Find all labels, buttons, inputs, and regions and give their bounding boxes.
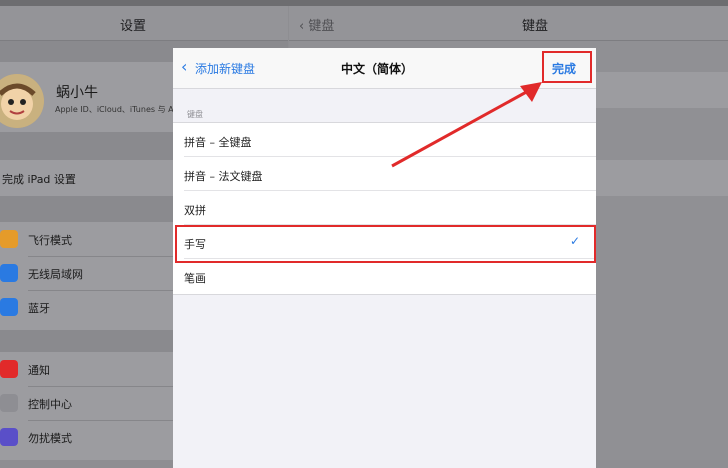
list-item-label: 拼音 – 全键盘 [184,136,252,149]
detail-nav-bar: ‹ 键盘 键盘 [289,6,728,41]
sidebar-item-do-not-disturb[interactable]: 勿扰模式 [28,430,72,446]
detail-back-button[interactable]: ‹ 键盘 [299,15,334,34]
moon-icon [0,428,18,446]
control-center-icon [0,394,18,412]
handwriting-highlight-box [175,225,596,263]
chevron-left-icon: ‹ [299,19,305,34]
sidebar-nav-bar: 设置 [0,6,288,41]
sidebar-item-wifi[interactable]: 无线局域网 [28,266,83,282]
list-item-label: 笔画 [184,272,206,285]
list-item[interactable]: 笔画 [173,259,596,293]
detail-title: 键盘 [522,19,549,34]
back-button[interactable]: 添加新键盘 [195,60,255,77]
airplane-icon [0,230,18,248]
sidebar-item-notifications[interactable]: 通知 [28,362,50,378]
notifications-icon [0,360,18,378]
list-item[interactable]: 双拼 [173,191,596,225]
wifi-icon [0,264,18,282]
bluetooth-icon [0,298,18,316]
annotation-arrow-icon [391,82,542,168]
list-item-label: 双拼 [184,204,206,217]
sidebar-item-control-center[interactable]: 控制中心 [28,396,72,412]
modal-title: 中文（简体） [341,62,414,76]
detail-back-label: 键盘 [308,19,335,34]
sidebar-title: 设置 [120,19,147,34]
sidebar-item-bluetooth[interactable]: 蓝牙 [28,300,50,316]
finish-setup-label: 完成 iPad 设置 [2,173,76,186]
list-item-label: 拼音 – 法文键盘 [184,170,263,183]
sidebar-item-airplane[interactable]: 飞行模式 [28,232,72,248]
chevron-left-icon[interactable]: ‹ [181,58,187,76]
section-header: 键盘 [187,110,203,119]
profile-name: 蜗小牛 [56,85,98,101]
